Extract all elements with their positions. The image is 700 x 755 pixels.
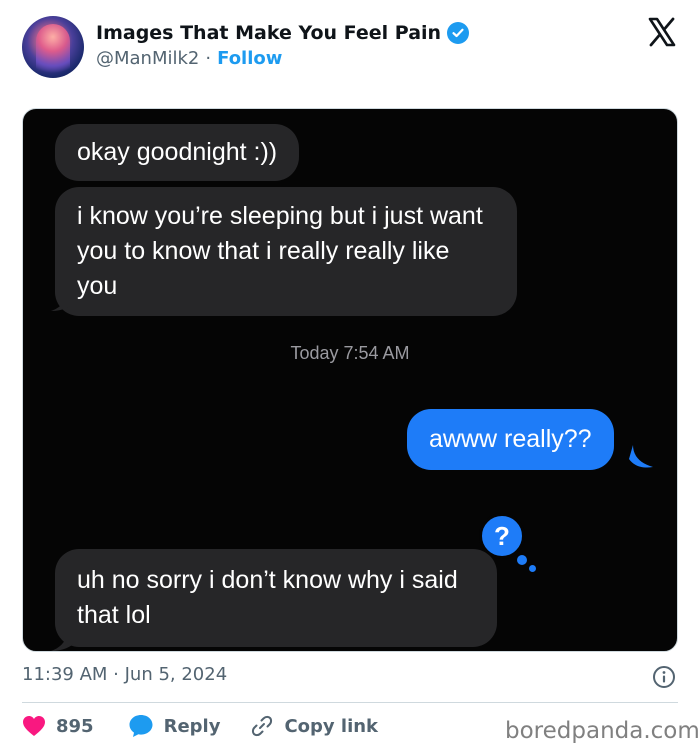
watermark: boredpanda.com [505, 718, 700, 744]
display-name[interactable]: Images That Make You Feel Pain [96, 22, 441, 44]
tweet-image[interactable]: okay goodnight :)) i know you’re sleepin… [22, 108, 678, 652]
bubble-tail [51, 285, 77, 311]
author-handle[interactable]: @ManMilk2 [96, 48, 199, 69]
link-icon [252, 715, 273, 737]
sent-message: awww really?? [407, 409, 614, 470]
action-bar: 895 Reply Copy link [22, 714, 378, 738]
bubble-tail [51, 625, 77, 651]
reply-button[interactable]: Reply [128, 714, 221, 738]
verified-badge-icon [447, 22, 470, 44]
follow-button[interactable]: Follow [217, 48, 282, 69]
like-count: 895 [56, 715, 94, 737]
separator-dot: · [205, 48, 212, 69]
x-logo-icon[interactable] [647, 17, 677, 47]
like-button[interactable]: 895 [22, 715, 94, 737]
avatar[interactable] [22, 16, 84, 78]
reaction-dot [529, 565, 536, 572]
received-message: okay goodnight :)) [55, 124, 300, 181]
bubble-tail [629, 445, 653, 468]
tweet-timestamp[interactable]: 11:39 AM · Jun 5, 2024 [22, 664, 227, 685]
copy-link-label: Copy link [284, 715, 379, 737]
info-icon[interactable] [652, 665, 676, 689]
copy-link-button[interactable]: Copy link [250, 714, 378, 738]
divider [22, 702, 678, 703]
reply-bubble-icon [129, 715, 153, 737]
received-message: i know you’re sleeping but i just want y… [55, 187, 517, 316]
reaction-dot [517, 555, 527, 565]
received-message: uh no sorry i don’t know why i said that… [55, 549, 497, 647]
author-name-row: Images That Make You Feel Pain [96, 22, 470, 44]
message-timestamp: Today 7:54 AM [290, 343, 410, 363]
question-reaction-icon: ? [479, 513, 525, 559]
reply-label: Reply [163, 715, 221, 737]
handle-row: @ManMilk2 · Follow [96, 48, 282, 69]
heart-icon [23, 716, 45, 736]
